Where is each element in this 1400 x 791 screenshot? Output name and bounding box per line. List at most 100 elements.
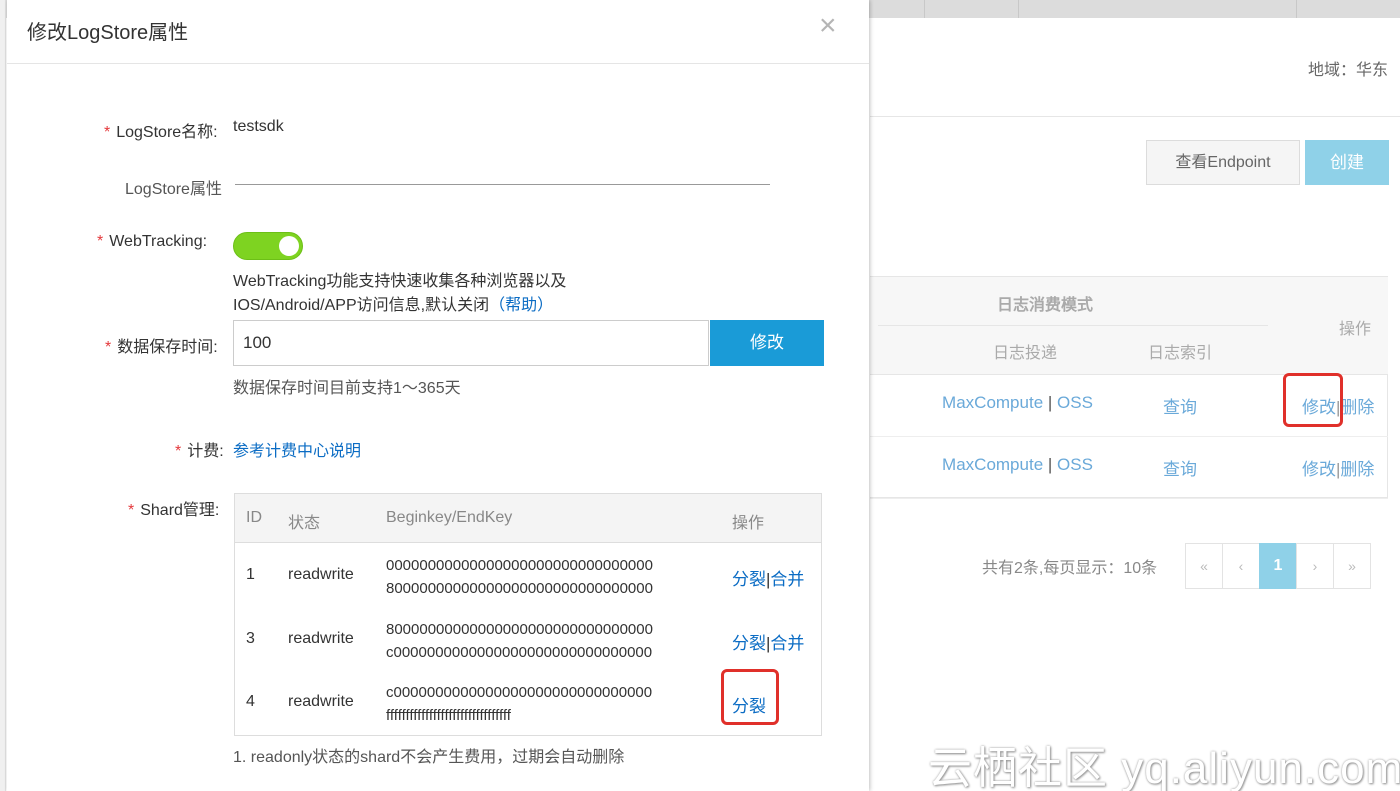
billing-link[interactable]: 参考计费中心说明 [233, 437, 361, 461]
required-mark: * [97, 233, 104, 250]
maxcompute-link[interactable]: MaxCompute [942, 455, 1043, 474]
query-link[interactable]: 查询 [1130, 455, 1230, 480]
shard-management-label-text: Shard管理: [140, 502, 220, 519]
shard-state: readwrite [288, 566, 354, 583]
webtracking-label: * WebTracking: [97, 233, 207, 251]
delete-link[interactable]: 删除 [1340, 398, 1374, 417]
split-link[interactable]: 分裂 [732, 570, 766, 589]
merge-link[interactable]: 合并 [770, 634, 804, 653]
log-index-header: 日志索引 [1147, 345, 1212, 362]
merge-link[interactable]: 合并 [770, 570, 804, 589]
shard-id: 4 [246, 693, 255, 710]
header-divider [878, 325, 1268, 326]
maxcompute-link[interactable]: MaxCompute [942, 393, 1043, 412]
shard-id: 1 [246, 566, 255, 583]
webtracking-toggle[interactable] [233, 232, 303, 260]
shipping-cell: MaxCompute | OSS [910, 393, 1125, 413]
oss-link[interactable]: OSS [1057, 455, 1093, 474]
required-mark: * [175, 443, 182, 460]
shard-key-range: c0000000000000000000000000000000 fffffff… [386, 681, 652, 727]
section-title: LogStore属性 [125, 181, 222, 198]
first-page-button[interactable]: « [1185, 543, 1223, 589]
separator: | [1047, 393, 1053, 412]
retention-hint: 数据保存时间目前支持1～365天 [233, 380, 461, 397]
modify-button[interactable]: 修改 [710, 320, 824, 366]
shard-note: 1. readonly状态的shard不会产生费用，过期会自动删除 [233, 749, 625, 766]
webtracking-help-line2: IOS/Android/APP访问信息,默认关闭（帮助） [233, 291, 553, 315]
dialog-header: 修改LogStore属性 × [7, 0, 869, 64]
shard-operations: 分裂|合并 [732, 565, 804, 590]
left-edge-strip [0, 0, 6, 791]
webtracking-help-text: IOS/Android/APP访问信息,默认关闭 [233, 297, 490, 314]
begin-key: 80000000000000000000000000000000 [386, 621, 653, 638]
next-page-button[interactable]: › [1296, 543, 1334, 589]
logstore-name-label: * LogStore名称: [104, 118, 218, 142]
section-divider [235, 184, 770, 185]
watermark: 云栖社区 yq.aliyun.com [928, 744, 1400, 791]
operations-header: 操作 [1338, 321, 1371, 338]
log-shipping-header: 日志投递 [992, 345, 1057, 362]
pagination-info: 共有2条,每页显示：10条 [982, 560, 1158, 577]
oss-link[interactable]: OSS [1057, 393, 1093, 412]
shard-table-header: ID 状态 Beginkey/EndKey 操作 [235, 494, 821, 543]
view-endpoint-button[interactable]: 查看Endpoint [1146, 140, 1300, 185]
split-link[interactable]: 分裂 [732, 634, 766, 653]
help-link[interactable]: （帮助） [489, 297, 553, 314]
required-mark: * [104, 124, 111, 141]
shard-id: 3 [246, 630, 255, 647]
header-id: ID [246, 509, 262, 526]
highlight-box [721, 669, 779, 725]
header-state: 状态 [288, 515, 321, 532]
last-page-button[interactable]: » [1333, 543, 1371, 589]
shard-key-range: 00000000000000000000000000000000 8000000… [386, 554, 653, 600]
billing-label-text: 计费: [187, 443, 224, 460]
dialog-title: 修改LogStore属性 [27, 22, 189, 44]
log-consume-mode-header: 日志消费模式 [996, 297, 1093, 314]
header-divider [870, 116, 1400, 117]
table-row: MaxCompute | OSS 查询 修改|删除 [870, 437, 1388, 499]
delete-link[interactable]: 删除 [1340, 460, 1374, 479]
query-link[interactable]: 查询 [1130, 393, 1230, 418]
table-row: 1 readwrite 0000000000000000000000000000… [235, 544, 821, 607]
logstore-name-label-text: LogStore名称: [116, 124, 218, 141]
top-bar-separator [1018, 0, 1019, 18]
create-button[interactable]: 创建 [1305, 140, 1389, 185]
modify-logstore-dialog: 修改LogStore属性 × * LogStore名称: testsdk LogS… [7, 0, 869, 791]
retention-label-text: 数据保存时间: [117, 339, 218, 356]
begin-key: c0000000000000000000000000000000 [386, 684, 653, 701]
pagination: « ‹ 1 › » [1185, 543, 1371, 589]
retention-label: * 数据保存时间: [105, 333, 218, 357]
required-mark: * [128, 502, 135, 519]
shard-state: readwrite [288, 693, 354, 710]
operations-cell: 修改|删除 [1302, 455, 1374, 480]
shard-management-label: * Shard管理: [128, 496, 219, 520]
top-bar-separator [924, 0, 925, 18]
table-row: 3 readwrite 8000000000000000000000000000… [235, 608, 821, 671]
highlight-box [1283, 373, 1343, 427]
end-key: c0000000000000000000000000000000 [386, 644, 653, 661]
end-key: ffffffffffffffffffffffffffffffff [386, 707, 511, 724]
retention-input[interactable] [233, 320, 709, 366]
header-operations: 操作 [732, 515, 765, 532]
end-key: 80000000000000000000000000000000 [386, 580, 653, 597]
separator: | [1047, 455, 1053, 474]
webtracking-label-text: WebTracking: [109, 233, 208, 250]
page-1-button[interactable]: 1 [1259, 543, 1297, 589]
top-bar-separator [1296, 0, 1297, 18]
toggle-knob [279, 236, 299, 256]
shard-key-range: 80000000000000000000000000000000 c000000… [386, 618, 653, 664]
close-icon[interactable]: × [819, 10, 837, 42]
modify-link[interactable]: 修改 [1302, 460, 1336, 479]
required-mark: * [105, 339, 112, 356]
shard-operations: 分裂|合并 [732, 629, 804, 654]
shipping-cell: MaxCompute | OSS [910, 455, 1125, 475]
billing-label: * 计费: [175, 437, 224, 461]
logstore-name-value: testsdk [233, 118, 284, 135]
webtracking-help-line1: WebTracking功能支持快速收集各种浏览器以及 [233, 273, 567, 290]
header-key: Beginkey/EndKey [386, 509, 513, 526]
prev-page-button[interactable]: ‹ [1222, 543, 1260, 589]
shard-state: readwrite [288, 630, 354, 647]
begin-key: 00000000000000000000000000000000 [386, 557, 653, 574]
logstore-table-header: 日志消费模式 日志投递 日志索引 操作 [870, 277, 1388, 375]
region-label: 地域：华东 [1308, 62, 1389, 79]
